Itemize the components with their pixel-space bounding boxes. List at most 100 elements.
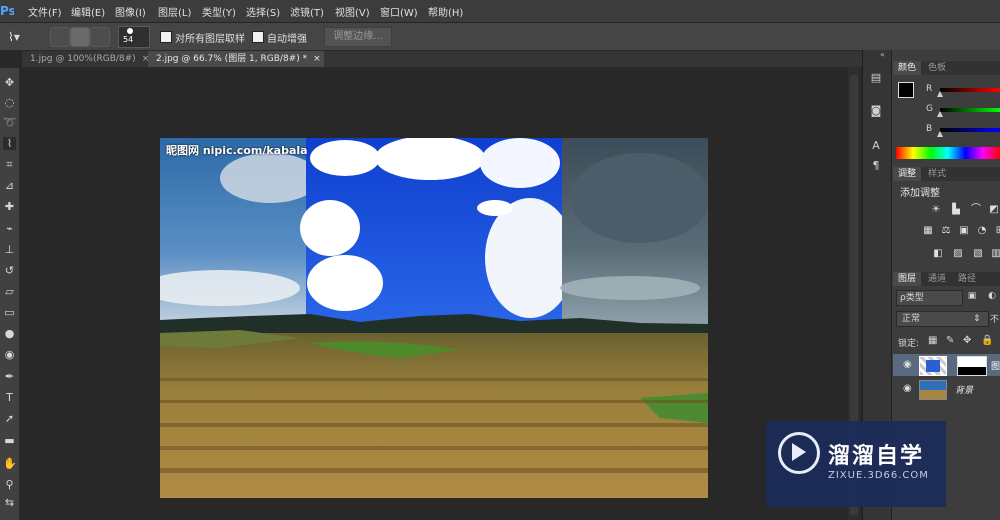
menu-file[interactable]: 文件(F) [28,4,62,19]
layer-row-layer1[interactable]: ◉ 图 [893,354,1000,376]
tab-channels[interactable]: 通道 [923,272,951,286]
blue-slider[interactable] [940,128,1000,132]
adjustments-panel-header: 调整 样式 [893,167,1000,181]
new-selection-brush-icon[interactable] [50,27,70,47]
swap-colors-icon[interactable]: ⇆ [3,496,16,509]
tab-document-2[interactable]: 2.jpg @ 66.7% (图层 1, RGB/8#) * × [148,51,324,67]
layer-row-background[interactable]: ◉ 背景 [893,378,1000,400]
blend-mode-dropdown[interactable]: 正常 ⇕ [896,311,989,327]
blur-tool-icon[interactable]: ● [3,327,16,340]
gradient-map-icon[interactable]: ▥ [990,248,1000,260]
subtract-selection-brush-icon[interactable] [90,27,110,47]
close-icon[interactable]: × [313,54,321,64]
lock-all-icon[interactable]: 🔒 [981,335,993,346]
eye-visibility-icon[interactable]: ◉ [903,359,912,370]
green-slider[interactable] [940,108,1000,112]
menu-help[interactable]: 帮助(H) [428,4,463,19]
healing-brush-tool-icon[interactable]: ✚ [3,200,16,213]
gradient-tool-icon[interactable]: ▭ [3,306,16,319]
red-slider-handle[interactable] [937,91,943,97]
menu-image[interactable]: 图像(I) [115,4,146,19]
photoshop-logo: Ps [0,4,14,18]
info-panel-icon[interactable]: ◙ [868,103,884,119]
history-panel-icon[interactable]: ▤ [868,70,884,86]
quick-select-tool-preset-icon[interactable]: ⌇▾ [8,29,24,45]
path-selection-tool-icon[interactable]: ➚ [3,412,16,425]
eyedropper-tool-icon[interactable]: ⊿ [3,179,16,192]
layer-mask-thumbnail[interactable] [957,356,987,376]
sample-all-layers-checkbox[interactable] [160,31,172,43]
tab-styles[interactable]: 样式 [923,167,951,181]
menu-filter[interactable]: 滤镜(T) [290,4,324,19]
menu-layer[interactable]: 图层(L) [158,4,191,19]
brush-tool-icon[interactable]: ⌁ [3,222,16,235]
auto-enhance-checkbox[interactable] [252,31,264,43]
add-to-selection-brush-icon[interactable] [70,27,90,47]
photo-filter-icon[interactable]: ◔ [976,225,988,237]
hand-tool-icon[interactable]: ✋ [3,457,17,470]
tab-paths[interactable]: 路径 [953,272,981,286]
blend-mode-value: 正常 [902,314,921,324]
pen-tool-icon[interactable]: ✒ [3,370,16,383]
posterize-icon[interactable]: ▨ [952,248,964,260]
play-icon [792,443,806,461]
add-adjustment-title: 添加调整 [900,188,940,199]
rectangle-tool-icon[interactable]: ▬ [3,434,16,447]
channel-mixer-icon[interactable]: ⊞ [994,225,1000,237]
vibrance-icon[interactable]: ▦ [922,225,934,237]
refine-edge-button[interactable]: 调整边缘... [324,27,392,47]
red-slider[interactable] [940,88,1000,92]
history-brush-tool-icon[interactable]: ↺ [3,264,16,277]
exposure-icon[interactable]: ◩ [988,204,1000,216]
adjustment-layer-filter-icon[interactable]: ◐ [986,291,998,303]
crop-tool-icon[interactable]: ⌗ [3,158,16,171]
type-tool-icon[interactable]: T [3,391,16,404]
paragraph-panel-icon[interactable]: ¶ [868,158,884,174]
eye-visibility-icon[interactable]: ◉ [903,383,912,394]
color-balance-icon[interactable]: ⚖ [940,225,952,237]
hue-saturation-icon[interactable]: ▣ [958,225,970,237]
brush-picker[interactable]: 54 [118,26,150,48]
lock-label: 锁定: [898,339,920,349]
tab-adjustments[interactable]: 调整 [893,167,922,181]
green-slider-handle[interactable] [937,111,943,117]
character-panel-icon[interactable]: A [868,138,884,154]
document-canvas[interactable] [160,138,708,498]
invert-icon[interactable]: ◧ [932,248,944,260]
menu-window[interactable]: 窗口(W) [380,4,418,19]
clone-stamp-tool-icon[interactable]: ⊥ [3,243,16,256]
menu-select[interactable]: 选择(S) [246,4,280,19]
move-tool-icon[interactable]: ✥ [3,76,16,89]
tab-document-1[interactable]: 1.jpg @ 100%(RGB/8#) × [22,51,150,67]
color-spectrum-bar[interactable] [896,147,1000,159]
threshold-icon[interactable]: ▧ [972,248,984,260]
curves-icon[interactable]: ⌒ [970,204,982,216]
lock-pixels-icon[interactable]: ✎ [946,335,954,346]
dodge-tool-icon[interactable]: ◉ [3,348,16,361]
levels-icon[interactable]: ▙ [950,204,962,216]
background-thumbnail [919,380,947,400]
marquee-tool-icon[interactable]: ◌ [3,96,16,109]
zoom-tool-icon[interactable]: ⚲ [3,478,16,491]
tab-label: 2.jpg @ 66.7% (图层 1, RGB/8#) * [156,54,308,64]
quick-selection-tool-icon[interactable]: ⌇ [3,137,16,150]
brightness-icon[interactable]: ☀ [930,204,942,216]
foreground-color-swatch[interactable] [898,82,914,98]
menu-edit[interactable]: 编辑(E) [71,4,105,19]
pixel-layer-filter-icon[interactable]: ▣ [966,291,978,303]
eraser-tool-icon[interactable]: ▱ [3,285,16,298]
tab-color[interactable]: 颜色 [893,61,922,75]
lock-position-icon[interactable]: ✥ [963,335,971,346]
layer-name: 背景 [955,386,974,396]
auto-enhance-label: 自动增强 [267,34,307,45]
tab-swatches[interactable]: 色板 [923,61,951,75]
lasso-tool-icon[interactable]: ➰ [3,116,17,129]
menu-view[interactable]: 视图(V) [335,4,370,19]
collapse-panels-icon[interactable]: « [880,50,890,60]
lock-transparent-icon[interactable]: ▦ [928,335,937,346]
blue-slider-handle[interactable] [937,131,943,137]
tab-layers[interactable]: 图层 [893,272,922,286]
layer-filter-dropdown[interactable]: ρ类型 [896,290,963,306]
landscape-image [160,138,708,498]
menu-type[interactable]: 类型(Y) [202,4,236,19]
